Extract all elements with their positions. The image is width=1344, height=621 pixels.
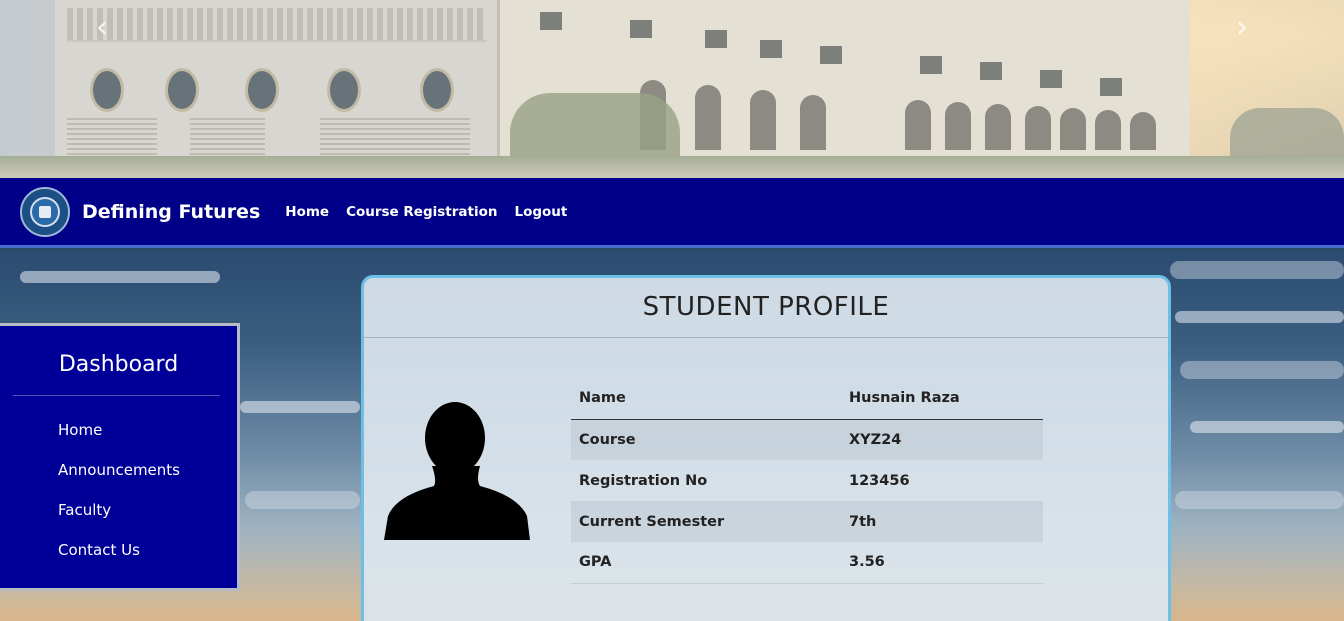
- logo-core: [39, 205, 51, 218]
- field-label: Current Semester: [571, 501, 842, 542]
- logo-inner-ring: [30, 196, 60, 227]
- dashboard-item-announcements[interactable]: Announcements: [0, 460, 237, 500]
- field-label: Registration No: [579, 472, 708, 489]
- dashboard-menu: Home Announcements Faculty Contact Us: [0, 420, 237, 580]
- background-cloud: [1170, 261, 1344, 279]
- background-cloud: [1175, 491, 1344, 509]
- background-cloud: [240, 401, 360, 413]
- background-cloud: [1175, 311, 1344, 323]
- student-profile-card: STUDENT PROFILE Name Husnain Raza Course…: [361, 275, 1171, 621]
- profile-title: STUDENT PROFILE: [364, 278, 1168, 338]
- nav-link-course-registration[interactable]: Course Registration: [346, 204, 497, 220]
- carousel-prev-icon[interactable]: ‹: [88, 12, 116, 44]
- field-value: 123456: [849, 472, 910, 489]
- navbar: Defining Futures Home Course Registratio…: [0, 178, 1344, 248]
- user-silhouette-icon: [384, 402, 530, 540]
- dashboard-sidebar: Dashboard Home Announcements Faculty Con…: [0, 323, 240, 591]
- dashboard-divider: [13, 395, 220, 396]
- profile-info-table: Name Husnain Raza Course XYZ24 Registrat…: [571, 377, 1043, 584]
- brand-title[interactable]: Defining Futures: [82, 201, 260, 223]
- field-label: Name: [571, 377, 842, 420]
- dashboard-item-faculty[interactable]: Faculty: [0, 500, 237, 540]
- carousel-next-icon[interactable]: ›: [1228, 12, 1256, 44]
- background-cloud: [245, 491, 360, 509]
- table-row: Registration No 123456: [571, 460, 1043, 501]
- field-label: Course: [571, 419, 842, 460]
- field-value: Husnain Raza: [842, 377, 1043, 420]
- dashboard-item-home[interactable]: Home: [0, 420, 237, 460]
- table-row: Course XYZ24: [571, 419, 1043, 460]
- field-label: GPA: [571, 542, 842, 584]
- nav-link-logout[interactable]: Logout: [514, 204, 567, 220]
- table-row: Current Semester 7th: [571, 501, 1043, 542]
- dashboard-title: Dashboard: [58, 352, 179, 377]
- background-cloud: [1190, 421, 1344, 433]
- field-value: XYZ24: [842, 419, 1043, 460]
- table-row: GPA 3.56: [571, 542, 1043, 584]
- banner-overlay: [0, 0, 1344, 178]
- background-cloud: [1180, 361, 1344, 379]
- table-row: Name Husnain Raza: [571, 377, 1043, 420]
- header-banner: ‹ ›: [0, 0, 1344, 178]
- field-value: 7th: [842, 501, 1043, 542]
- nav-link-home[interactable]: Home: [285, 204, 329, 220]
- dashboard-item-contact-us[interactable]: Contact Us: [0, 540, 237, 580]
- background-cloud: [20, 271, 220, 283]
- university-seal-icon[interactable]: [20, 186, 70, 237]
- field-value: 3.56: [842, 542, 1043, 584]
